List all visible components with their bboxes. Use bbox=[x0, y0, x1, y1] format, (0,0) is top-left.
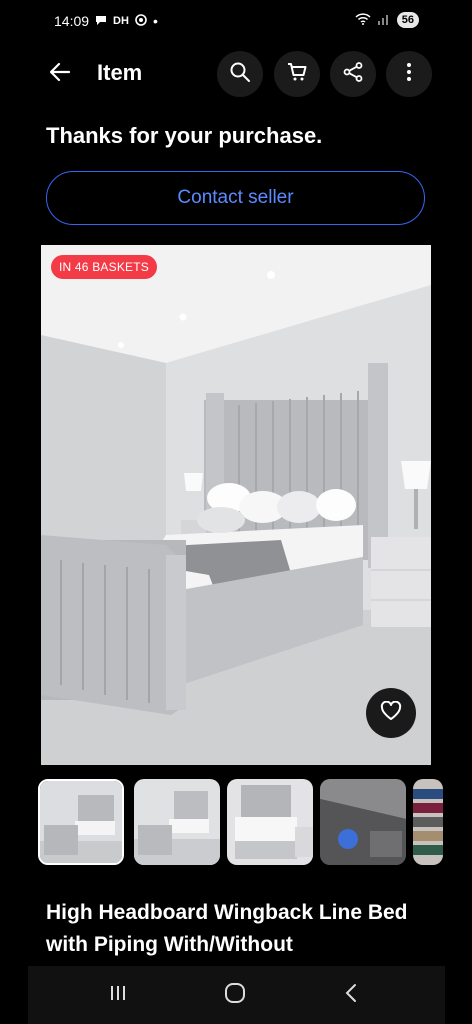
listing-title: High Headboard Wingback Line Bed with Pi… bbox=[46, 901, 408, 956]
search-button[interactable] bbox=[217, 51, 263, 97]
recents-button[interactable] bbox=[98, 981, 138, 1009]
back-button[interactable] bbox=[46, 60, 74, 88]
signal-icon bbox=[377, 12, 391, 28]
recents-icon bbox=[108, 984, 128, 1007]
cart-icon bbox=[286, 61, 308, 88]
status-left: 14:09 DH • bbox=[54, 13, 158, 29]
contact-seller-button[interactable]: Contact seller bbox=[46, 171, 425, 225]
back-arrow-icon bbox=[49, 61, 71, 88]
thumbnail-bed-image bbox=[134, 779, 220, 865]
more-options-button[interactable] bbox=[386, 51, 432, 97]
page-title: Item bbox=[97, 60, 143, 85]
status-dot: • bbox=[152, 13, 158, 29]
back-nav-button[interactable] bbox=[331, 981, 371, 1009]
status-time: 14:09 bbox=[54, 13, 90, 29]
status-bar: 14:09 DH • 56 bbox=[28, 0, 445, 44]
status-indicator-text: DH bbox=[113, 15, 129, 27]
battery-indicator: 56 bbox=[396, 12, 419, 28]
thumbnail-strip bbox=[38, 779, 445, 866]
app-frame: 14:09 DH • 56 Item Thanks for your purch… bbox=[28, 0, 445, 1024]
search-icon bbox=[229, 61, 251, 88]
chat-icon bbox=[95, 13, 107, 29]
thumbnail-4[interactable] bbox=[320, 779, 406, 865]
thumbnail-fabric-image bbox=[413, 779, 443, 865]
thumbnail-3[interactable] bbox=[227, 779, 313, 865]
system-nav-bar bbox=[28, 966, 445, 1024]
app-header: Item bbox=[28, 48, 445, 100]
home-icon bbox=[224, 982, 246, 1009]
cart-button[interactable] bbox=[274, 51, 320, 97]
thumbnail-2[interactable] bbox=[134, 779, 220, 865]
thumbnail-storage-image bbox=[320, 779, 406, 865]
purchase-thanks-heading: Thanks for your purchase. bbox=[46, 123, 323, 148]
thumbnail-bed-image bbox=[227, 779, 313, 865]
chrome-icon bbox=[135, 13, 147, 29]
baskets-badge: IN 46 BASKETS bbox=[51, 255, 157, 279]
heart-icon bbox=[380, 700, 402, 726]
more-vertical-icon bbox=[398, 61, 420, 88]
wifi-icon bbox=[355, 12, 371, 28]
share-button[interactable] bbox=[330, 51, 376, 97]
thumbnail-5[interactable] bbox=[413, 779, 443, 865]
product-image[interactable]: IN 46 BASKETS bbox=[41, 245, 431, 765]
share-icon bbox=[342, 61, 364, 88]
thumbnail-bed-image bbox=[40, 781, 122, 863]
status-right: 56 bbox=[355, 12, 419, 28]
watchlist-button[interactable] bbox=[366, 688, 416, 738]
home-button[interactable] bbox=[215, 981, 255, 1009]
chevron-left-icon bbox=[343, 983, 359, 1008]
bedroom-photo bbox=[41, 245, 431, 765]
thumbnail-1[interactable] bbox=[38, 779, 124, 865]
